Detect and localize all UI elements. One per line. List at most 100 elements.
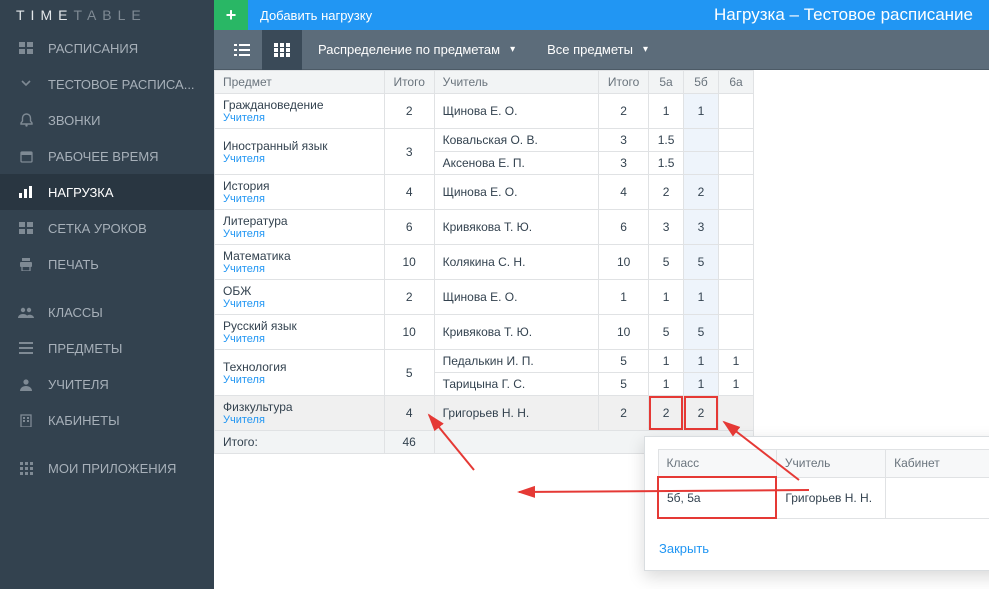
teachers-link[interactable]: Учителя <box>223 263 376 275</box>
sidebar-item-3[interactable]: РАБОЧЕЕ ВРЕМЯ <box>0 138 214 174</box>
cell-6a[interactable] <box>718 280 753 315</box>
cell-cabinet[interactable] <box>886 477 989 518</box>
table-row[interactable]: ФизкультураУчителя4Григорьев Н. Н.222 <box>215 396 754 431</box>
table-row[interactable]: ГраждановедениеУчителя2Щинова Е. О.211 <box>215 94 754 129</box>
add-button[interactable]: + <box>214 0 248 30</box>
sidebar-item-11[interactable]: КАБИНЕТЫ <box>0 402 214 438</box>
cell-5a[interactable]: 5 <box>649 245 684 280</box>
popup-close[interactable]: Закрыть <box>659 541 709 556</box>
sidebar-item-10[interactable]: УЧИТЕЛЯ <box>0 366 214 402</box>
cell-5b[interactable]: 3 <box>684 210 719 245</box>
cell-6a[interactable] <box>718 245 753 280</box>
view-list-button[interactable] <box>222 30 262 70</box>
subject-cell[interactable]: ЛитератураУчителя <box>215 210 385 245</box>
cell-6a[interactable] <box>718 94 753 129</box>
cell-5b[interactable]: 5 <box>684 245 719 280</box>
add-button-label[interactable]: Добавить нагрузку <box>260 8 372 23</box>
cell-5b[interactable]: 2 <box>684 175 719 210</box>
teacher-name[interactable]: Кривякова Т. Ю. <box>434 315 599 350</box>
teachers-link[interactable]: Учителя <box>223 333 376 345</box>
cell-6a[interactable] <box>718 315 753 350</box>
cell-5b[interactable]: 5 <box>684 315 719 350</box>
sidebar-item-6[interactable]: ПЕЧАТЬ <box>0 246 214 282</box>
cell-6a[interactable] <box>718 210 753 245</box>
sidebar-item-label: РАСПИСАНИЯ <box>48 41 138 56</box>
teacher-name[interactable]: Григорьев Н. Н. <box>434 396 599 431</box>
teacher-name[interactable]: Ковальская О. В. <box>434 129 599 152</box>
subjects-filter-menu[interactable]: Все предметы ▾ <box>531 30 664 70</box>
sidebar-item-9[interactable]: ПРЕДМЕТЫ <box>0 330 214 366</box>
subject-cell[interactable]: Русский языкУчителя <box>215 315 385 350</box>
distribution-menu[interactable]: Распределение по предметам ▾ <box>302 30 531 70</box>
cell-5a[interactable]: 1 <box>649 350 684 373</box>
subject-cell[interactable]: ТехнологияУчителя <box>215 350 385 396</box>
subject-total: 10 <box>384 245 434 280</box>
table-row[interactable]: Иностранный языкУчителя3Ковальская О. В.… <box>215 129 754 152</box>
table-row[interactable]: ТехнологияУчителя5Педалькин И. П.5111 <box>215 350 754 373</box>
cell-5b[interactable]: 2 <box>684 396 719 431</box>
details-row[interactable]: 5б, 5а Григорьев Н. Н. 2 Все неде... <box>658 477 989 518</box>
cell-6a[interactable]: 1 <box>718 373 753 396</box>
cell-5b[interactable]: 1 <box>684 373 719 396</box>
sidebar-item-4[interactable]: НАГРУЗКА <box>0 174 214 210</box>
sidebar-item-5[interactable]: СЕТКА УРОКОВ <box>0 210 214 246</box>
subject-cell[interactable]: ОБЖУчителя <box>215 280 385 315</box>
cell-5a[interactable]: 3 <box>649 210 684 245</box>
cell-6a[interactable] <box>718 152 753 175</box>
subject-cell[interactable]: ИсторияУчителя <box>215 175 385 210</box>
cell-5a[interactable]: 2 <box>649 396 684 431</box>
table-row[interactable]: ЛитератураУчителя6Кривякова Т. Ю.633 <box>215 210 754 245</box>
sidebar-item-13[interactable]: МОИ ПРИЛОЖЕНИЯ <box>0 450 214 486</box>
cell-6a[interactable] <box>718 175 753 210</box>
sidebar-item-1[interactable]: ТЕСТОВОЕ РАСПИСА... <box>0 66 214 102</box>
sidebar-item-0[interactable]: РАСПИСАНИЯ <box>0 30 214 66</box>
cell-5a[interactable]: 1 <box>649 373 684 396</box>
cell-5b[interactable] <box>684 129 719 152</box>
topbar: + Добавить нагрузку Нагрузка – Тестовое … <box>214 0 989 30</box>
cell-5b[interactable] <box>684 152 719 175</box>
cell-6a[interactable] <box>718 129 753 152</box>
subject-cell[interactable]: МатематикаУчителя <box>215 245 385 280</box>
teacher-name[interactable]: Аксенова Е. П. <box>434 152 599 175</box>
cell-class[interactable]: 5б, 5а <box>658 477 776 518</box>
teacher-name[interactable]: Щинова Е. О. <box>434 280 599 315</box>
teachers-link[interactable]: Учителя <box>223 374 376 386</box>
table-row[interactable]: ОБЖУчителя2Щинова Е. О.111 <box>215 280 754 315</box>
teacher-name[interactable]: Колякина С. Н. <box>434 245 599 280</box>
teachers-link[interactable]: Учителя <box>223 228 376 240</box>
sidebar-item-2[interactable]: ЗВОНКИ <box>0 102 214 138</box>
cell-5b[interactable]: 1 <box>684 350 719 373</box>
table-row[interactable]: Русский языкУчителя10Кривякова Т. Ю.1055 <box>215 315 754 350</box>
teacher-name[interactable]: Тарицына Г. С. <box>434 373 599 396</box>
teachers-link[interactable]: Учителя <box>223 414 376 426</box>
view-grid-button[interactable] <box>262 30 302 70</box>
teachers-link[interactable]: Учителя <box>223 112 376 124</box>
subject-cell[interactable]: ФизкультураУчителя <box>215 396 385 431</box>
teacher-name[interactable]: Щинова Е. О. <box>434 175 599 210</box>
teachers-link[interactable]: Учителя <box>223 193 376 205</box>
table-row[interactable]: МатематикаУчителя10Колякина С. Н.1055 <box>215 245 754 280</box>
teacher-total: 3 <box>599 129 649 152</box>
teacher-total: 4 <box>599 175 649 210</box>
cell-5a[interactable]: 1.5 <box>649 129 684 152</box>
cell-6a[interactable]: 1 <box>718 350 753 373</box>
table-row[interactable]: ИсторияУчителя4Щинова Е. О.422 <box>215 175 754 210</box>
sidebar-item-8[interactable]: КЛАССЫ <box>0 294 214 330</box>
teacher-name[interactable]: Педалькин И. П. <box>434 350 599 373</box>
cell-5a[interactable]: 2 <box>649 175 684 210</box>
subject-cell[interactable]: Иностранный языкУчителя <box>215 129 385 175</box>
cell-5a[interactable]: 1 <box>649 94 684 129</box>
cell-6a[interactable] <box>718 396 753 431</box>
teacher-name[interactable]: Кривякова Т. Ю. <box>434 210 599 245</box>
cell-5a[interactable]: 1 <box>649 280 684 315</box>
subject-total: 6 <box>384 210 434 245</box>
cell-5b[interactable]: 1 <box>684 94 719 129</box>
cell-5a[interactable]: 1.5 <box>649 152 684 175</box>
cell-5a[interactable]: 5 <box>649 315 684 350</box>
teacher-name[interactable]: Щинова Е. О. <box>434 94 599 129</box>
subject-cell[interactable]: ГраждановедениеУчителя <box>215 94 385 129</box>
teachers-link[interactable]: Учителя <box>223 153 376 165</box>
teachers-link[interactable]: Учителя <box>223 298 376 310</box>
cell-teacher[interactable]: Григорьев Н. Н. <box>776 477 885 518</box>
cell-5b[interactable]: 1 <box>684 280 719 315</box>
